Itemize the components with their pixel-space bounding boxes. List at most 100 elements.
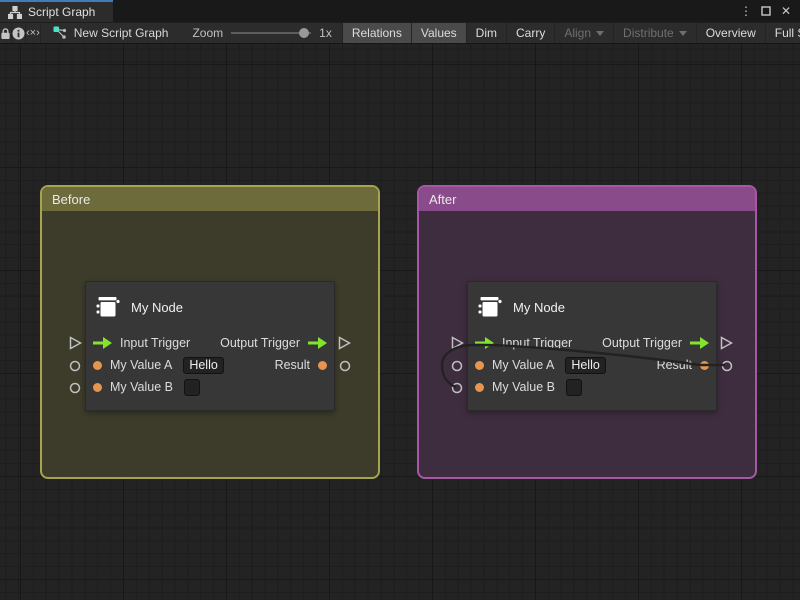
zoom-slider-handle[interactable] [299, 28, 309, 38]
input-trigger-port[interactable]: Input Trigger [475, 336, 572, 350]
value-port-dot [318, 361, 327, 370]
node-title: My Node [131, 300, 183, 315]
align-label: Align [564, 26, 591, 40]
inspect-button[interactable] [12, 23, 26, 43]
overview-label: Overview [706, 26, 756, 40]
result-label: Result [657, 358, 692, 372]
close-icon[interactable]: ✕ [778, 3, 794, 19]
external-my-value-a-port[interactable] [451, 360, 463, 375]
node-my-node-before[interactable]: My Node Input Trigger Output Trigger [85, 281, 335, 411]
chevron-down-icon [679, 31, 687, 36]
my-value-b-port[interactable]: My Value B [93, 379, 200, 396]
maximize-icon[interactable] [758, 3, 774, 19]
node-header[interactable]: My Node [468, 282, 716, 332]
output-trigger-port[interactable]: Output Trigger [602, 336, 709, 350]
lock-button[interactable] [0, 23, 12, 43]
distribute-label: Distribute [623, 26, 674, 40]
my-value-a-label: My Value A [492, 358, 554, 372]
flow-arrow-icon [93, 337, 112, 349]
port-row-value-b: My Value B [468, 376, 716, 398]
external-my-value-a-port[interactable] [69, 360, 81, 375]
my-value-a-field[interactable]: Hello [183, 357, 224, 374]
script-graph-window: Script Graph ⋮ ✕ ‹×› [0, 0, 800, 600]
external-result-port[interactable] [339, 360, 351, 375]
full-screen-label: Full Screen [775, 26, 800, 40]
port-row-value-b: My Value B [86, 376, 334, 398]
my-value-b-field[interactable] [184, 379, 200, 396]
port-row-trigger: Input Trigger Output Trigger [86, 332, 334, 354]
code-icon: ‹×› [26, 27, 40, 39]
carry-label: Carry [516, 26, 545, 40]
zoom-value: 1x [319, 26, 332, 40]
external-my-value-b-port[interactable] [69, 382, 81, 397]
external-output-trigger-port[interactable] [338, 336, 351, 353]
script-graph-icon [53, 26, 67, 40]
result-port[interactable]: Result [275, 358, 327, 372]
value-port-dot [475, 383, 484, 392]
graph-breadcrumb[interactable]: New Script Graph [41, 23, 183, 43]
group-after-header[interactable]: After [419, 187, 755, 211]
relations-toggle[interactable]: Relations [342, 23, 411, 43]
external-input-trigger-port[interactable] [451, 336, 464, 353]
result-port[interactable]: Result [657, 358, 709, 372]
external-output-trigger-port[interactable] [720, 336, 733, 353]
value-port-dot [700, 361, 709, 370]
flow-arrow-icon [690, 337, 709, 349]
my-value-a-field[interactable]: Hello [565, 357, 606, 374]
overview-button[interactable]: Overview [696, 23, 765, 43]
graph-name: New Script Graph [74, 26, 169, 40]
value-port-dot [93, 383, 102, 392]
group-before-title: Before [52, 192, 90, 207]
port-row-value-a: My Value A Hello Result [468, 354, 716, 376]
dim-label: Dim [476, 26, 497, 40]
external-result-port[interactable] [721, 360, 733, 375]
tab-script-graph[interactable]: Script Graph [0, 0, 113, 22]
port-row-value-a: My Value A Hello Result [86, 354, 334, 376]
values-label: Values [421, 26, 457, 40]
zoom-label: Zoom [192, 26, 223, 40]
relations-label: Relations [352, 26, 402, 40]
group-before-header[interactable]: Before [42, 187, 378, 211]
value-port-dot [475, 361, 484, 370]
external-input-trigger-port[interactable] [69, 336, 82, 353]
window-menu-icon[interactable]: ⋮ [738, 3, 754, 19]
result-label: Result [275, 358, 310, 372]
node-title: My Node [513, 300, 565, 315]
values-toggle[interactable]: Values [411, 23, 466, 43]
dim-toggle[interactable]: Dim [466, 23, 506, 43]
my-value-b-label: My Value B [110, 380, 173, 394]
my-value-a-port[interactable]: My Value A Hello [93, 357, 224, 374]
input-trigger-port[interactable]: Input Trigger [93, 336, 190, 350]
output-trigger-label: Output Trigger [220, 336, 300, 350]
input-trigger-label: Input Trigger [120, 336, 190, 350]
carry-toggle[interactable]: Carry [506, 23, 554, 43]
distribute-dropdown[interactable]: Distribute [613, 23, 696, 43]
my-value-b-port[interactable]: My Value B [475, 379, 582, 396]
full-screen-button[interactable]: Full Screen [765, 23, 800, 43]
my-value-a-label: My Value A [110, 358, 172, 372]
chevron-down-icon [596, 31, 604, 36]
port-row-trigger: Input Trigger Output Trigger [468, 332, 716, 354]
node-my-node-after[interactable]: My Node Input Trigger Output Trigger [467, 281, 717, 411]
output-trigger-port[interactable]: Output Trigger [220, 336, 327, 350]
zoom-slider[interactable] [231, 28, 311, 38]
node-header[interactable]: My Node [86, 282, 334, 332]
my-value-b-field[interactable] [566, 379, 582, 396]
toolbar-toggles: Relations Values Dim Carry Align Distrib… [342, 23, 800, 43]
flow-arrow-icon [308, 337, 327, 349]
flow-arrow-icon [475, 337, 494, 349]
info-icon [12, 27, 25, 40]
graph-toolbar: ‹×› New Script Graph Zoom 1x Relations [0, 22, 800, 44]
graph-hierarchy-icon [8, 6, 22, 19]
code-preview-button[interactable]: ‹×› [26, 23, 41, 43]
zoom-control: Zoom 1x [182, 23, 341, 43]
my-value-a-port[interactable]: My Value A Hello [475, 357, 606, 374]
align-dropdown[interactable]: Align [554, 23, 613, 43]
output-trigger-label: Output Trigger [602, 336, 682, 350]
external-my-value-b-port[interactable] [451, 382, 463, 397]
graph-canvas[interactable]: Before After My Node [0, 44, 800, 600]
input-trigger-label: Input Trigger [502, 336, 572, 350]
custom-node-icon [476, 294, 503, 321]
value-port-dot [93, 361, 102, 370]
tab-title: Script Graph [28, 5, 95, 19]
